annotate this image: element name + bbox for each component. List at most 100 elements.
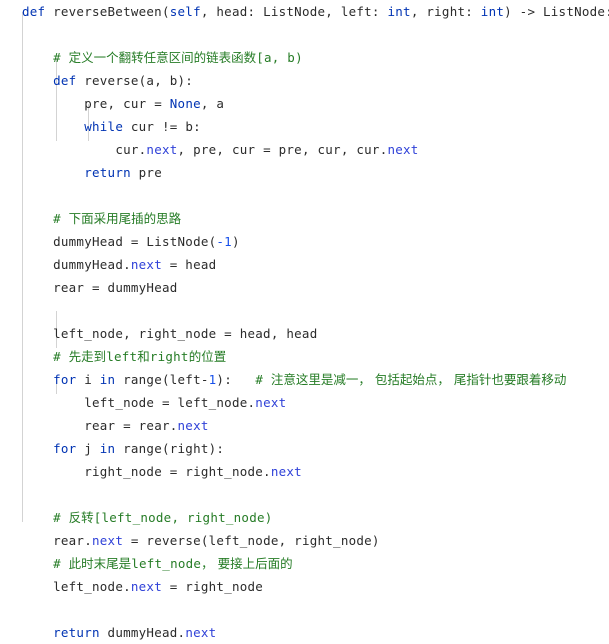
code-line[interactable]: # 此时末尾是left_node， 要接上后面的 (0, 552, 609, 575)
code-line[interactable]: for i in range(left-1): # 注意这里是减一， 包括起始点… (0, 368, 609, 391)
code-token: int (480, 4, 505, 19)
code-line[interactable] (0, 299, 609, 322)
code-token: next (270, 464, 302, 479)
code-token: def (53, 73, 77, 88)
code-token: next (92, 533, 124, 548)
code-token: range(left- (115, 372, 209, 387)
code-line[interactable]: rear = dummyHead (0, 276, 609, 299)
code-token: 定义一个翻转任意区间的链表函数 (68, 50, 257, 65)
code-token: dummyHead = ListNode( (53, 234, 217, 249)
code-token: 反转 (68, 510, 94, 525)
code-token: for (53, 441, 77, 456)
code-token: , a (200, 96, 225, 111)
code-line[interactable]: for j in range(right): (0, 437, 609, 460)
code-line[interactable]: left_node, right_node = head, head (0, 322, 609, 345)
code-line[interactable]: dummyHead.next = head (0, 253, 609, 276)
code-content[interactable]: def reverseBetween(self, head: ListNode,… (0, 0, 609, 644)
code-token: , pre, cur = pre, cur, cur. (177, 142, 388, 157)
code-line[interactable]: def reverse(a, b): (0, 69, 609, 92)
code-token: next (146, 142, 178, 157)
code-token: -1 (216, 234, 232, 249)
code-token: # (53, 510, 69, 525)
code-line[interactable]: rear = rear.next (0, 414, 609, 437)
code-line[interactable]: return dummyHead.next (0, 621, 609, 644)
code-token: 先走到 (68, 349, 107, 364)
code-token: [left_node, right_node) (93, 510, 273, 525)
code-token: 此时末尾是 (68, 556, 132, 571)
code-token: 注意这里是减一， 包括起始点， 尾指针也要跟着移动 (270, 372, 567, 387)
code-token: return (84, 165, 131, 180)
code-editor[interactable]: def reverseBetween(self, head: ListNode,… (0, 0, 609, 640)
code-token: rear = dummyHead (53, 280, 178, 295)
code-token: next (185, 625, 217, 640)
code-token: right (149, 349, 189, 364)
code-token: pre, cur = (84, 96, 170, 111)
code-token: = right_node (161, 579, 264, 594)
code-token: for (53, 372, 77, 387)
code-token: = head (161, 257, 217, 272)
code-token: ， 要接上后面的 (201, 556, 293, 571)
code-token: reverse(a, b): (76, 73, 194, 88)
code-token: rear = rear. (84, 418, 178, 433)
code-token: next (387, 142, 419, 157)
code-line[interactable]: return pre (0, 161, 609, 184)
code-token: left_node, right_node = head, head (53, 326, 318, 341)
code-line[interactable] (0, 23, 609, 46)
code-line[interactable]: rear.next = reverse(left_node, right_nod… (0, 529, 609, 552)
code-token: # (53, 556, 69, 571)
code-line[interactable]: left_node = left_node.next (0, 391, 609, 414)
code-line[interactable] (0, 483, 609, 506)
code-token: # (53, 50, 69, 65)
code-token: # (53, 349, 69, 364)
code-token: left_node = left_node. (84, 395, 256, 410)
code-token: left_node. (53, 579, 131, 594)
code-line[interactable]: right_node = right_node.next (0, 460, 609, 483)
code-line[interactable]: left_node.next = right_node (0, 575, 609, 598)
code-line[interactable]: dummyHead = ListNode(-1) (0, 230, 609, 253)
code-token: next (177, 418, 209, 433)
code-line[interactable]: while cur != b: (0, 115, 609, 138)
code-token: in (99, 441, 116, 456)
code-token: next (130, 257, 162, 272)
code-line[interactable]: cur.next, pre, cur = pre, cur, cur.next (0, 138, 609, 161)
code-token: int (387, 4, 411, 19)
code-token: j (76, 441, 100, 456)
code-token: # (255, 372, 271, 387)
code-token: def (22, 4, 46, 19)
code-line[interactable]: def reverseBetween(self, head: ListNode,… (0, 0, 609, 23)
code-token: dummyHead. (53, 257, 131, 272)
code-line[interactable]: pre, cur = None, a (0, 92, 609, 115)
code-token: right_node = right_node. (84, 464, 271, 479)
code-token: = reverse(left_node, right_node) (123, 533, 380, 548)
code-token: 下面采用尾插的思路 (68, 211, 182, 226)
code-token: i (76, 372, 100, 387)
code-line[interactable]: # 定义一个翻转任意区间的链表函数[a, b) (0, 46, 609, 69)
code-line[interactable] (0, 598, 609, 621)
code-line[interactable]: # 先走到left和right的位置 (0, 345, 609, 368)
code-line[interactable]: # 反转[left_node, right_node) (0, 506, 609, 529)
code-line[interactable] (0, 184, 609, 207)
code-token: None (169, 96, 201, 111)
code-line[interactable]: # 下面采用尾插的思路 (0, 207, 609, 230)
code-token: range(right): (115, 441, 225, 456)
code-token: rear. (53, 533, 92, 548)
code-token: next (130, 579, 162, 594)
